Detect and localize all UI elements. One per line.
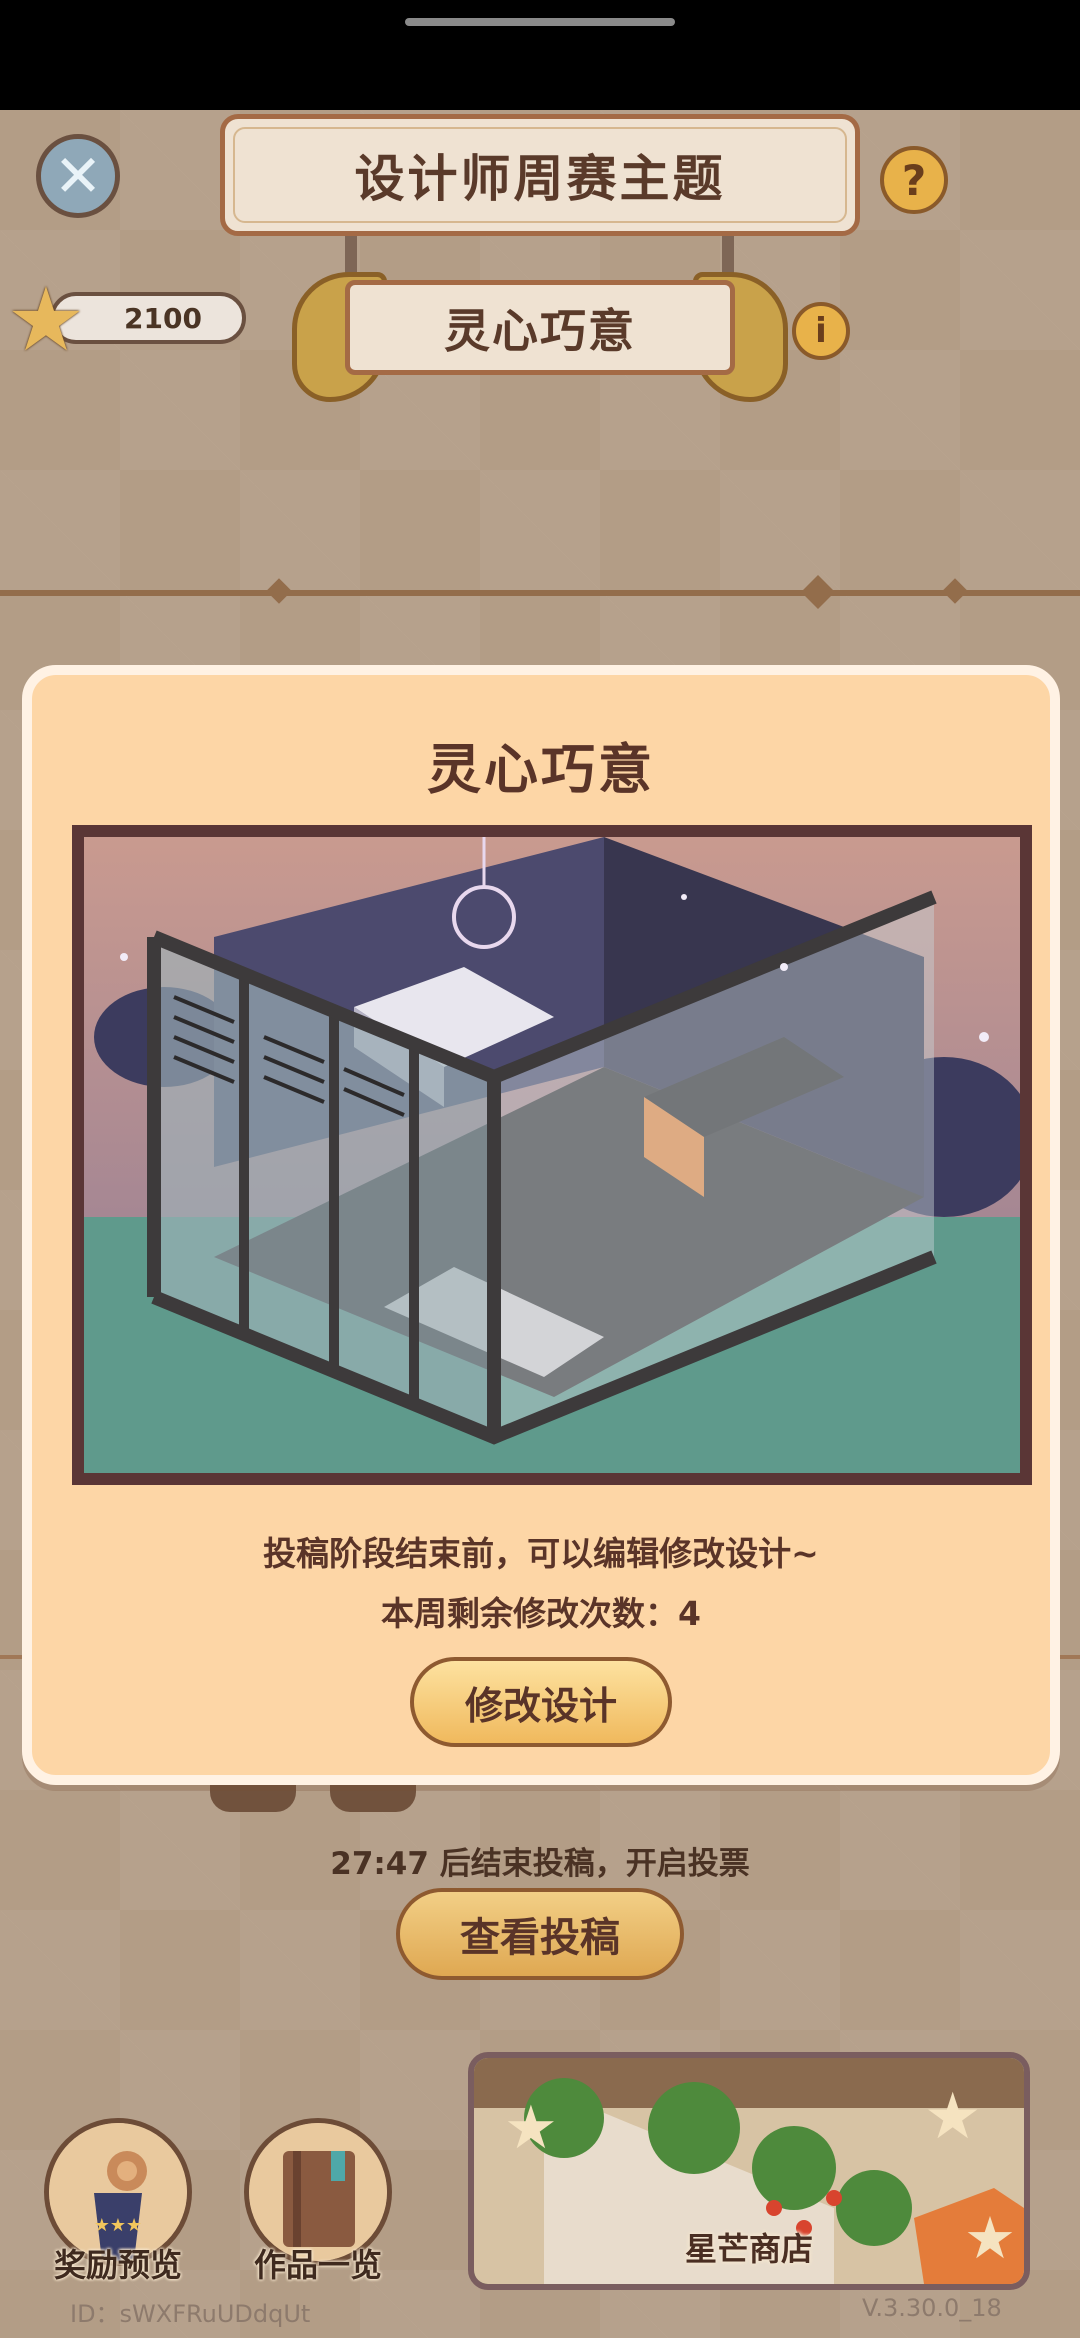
help-button[interactable]: ? (880, 146, 948, 214)
modal-title: 灵心巧意 (427, 738, 655, 801)
design-preview-image (72, 825, 1032, 1485)
remaining-edits-text: 本周剩余修改次数：4 (381, 1594, 701, 1633)
view-submissions-button[interactable]: 查看投稿 (396, 1888, 684, 1980)
design-modal: 灵心巧意 投稿阶段结束前，可以编辑修改设计~ 本周剩余修改次数：4 修改设计 (22, 665, 1060, 1785)
svg-text:★: ★ (924, 2080, 981, 2154)
works-list-label: 作品一览 (253, 2246, 382, 2284)
home-indicator (405, 18, 675, 26)
svg-text:★: ★ (504, 2093, 558, 2163)
submission-countdown: 27:47 后结束投稿，开启投票 (330, 1846, 750, 1882)
page-title: 设计师周赛主题 (220, 114, 860, 236)
info-button[interactable]: i (792, 302, 850, 360)
close-button[interactable]: ✕ (36, 134, 120, 218)
app-version: V.3.30.0_18 (862, 2294, 1002, 2322)
close-icon: ✕ (53, 142, 103, 210)
star-currency-value: 2100 (124, 301, 202, 335)
user-id: ID：sWXFRuUDdqUt (70, 2300, 311, 2328)
svg-text:★★★: ★★★ (94, 2215, 142, 2236)
edit-design-button[interactable]: 修改设计 (410, 1657, 672, 1747)
edit-hint-text: 投稿阶段结束前，可以编辑修改设计~ (263, 1534, 819, 1573)
theme-name-banner: 灵心巧意 (345, 280, 735, 375)
theme-name: 灵心巧意 (444, 303, 636, 358)
edit-design-label: 修改设计 (464, 1683, 617, 1728)
info-icon: i (815, 311, 827, 351)
star-shop-label: 星芒商店 (684, 2230, 813, 2268)
room-illustration (84, 837, 1020, 1473)
view-submissions-label: 查看投稿 (460, 1915, 620, 1961)
star-icon: ★ (6, 268, 86, 371)
star-shop-button[interactable]: ★ ★ ★ 星芒商店 (468, 2052, 1030, 2290)
page-title-text: 设计师周赛主题 (354, 150, 726, 208)
status-bar (0, 0, 1080, 110)
question-icon: ? (901, 155, 927, 205)
rewards-preview-label: 奖励预览 (53, 2246, 182, 2284)
